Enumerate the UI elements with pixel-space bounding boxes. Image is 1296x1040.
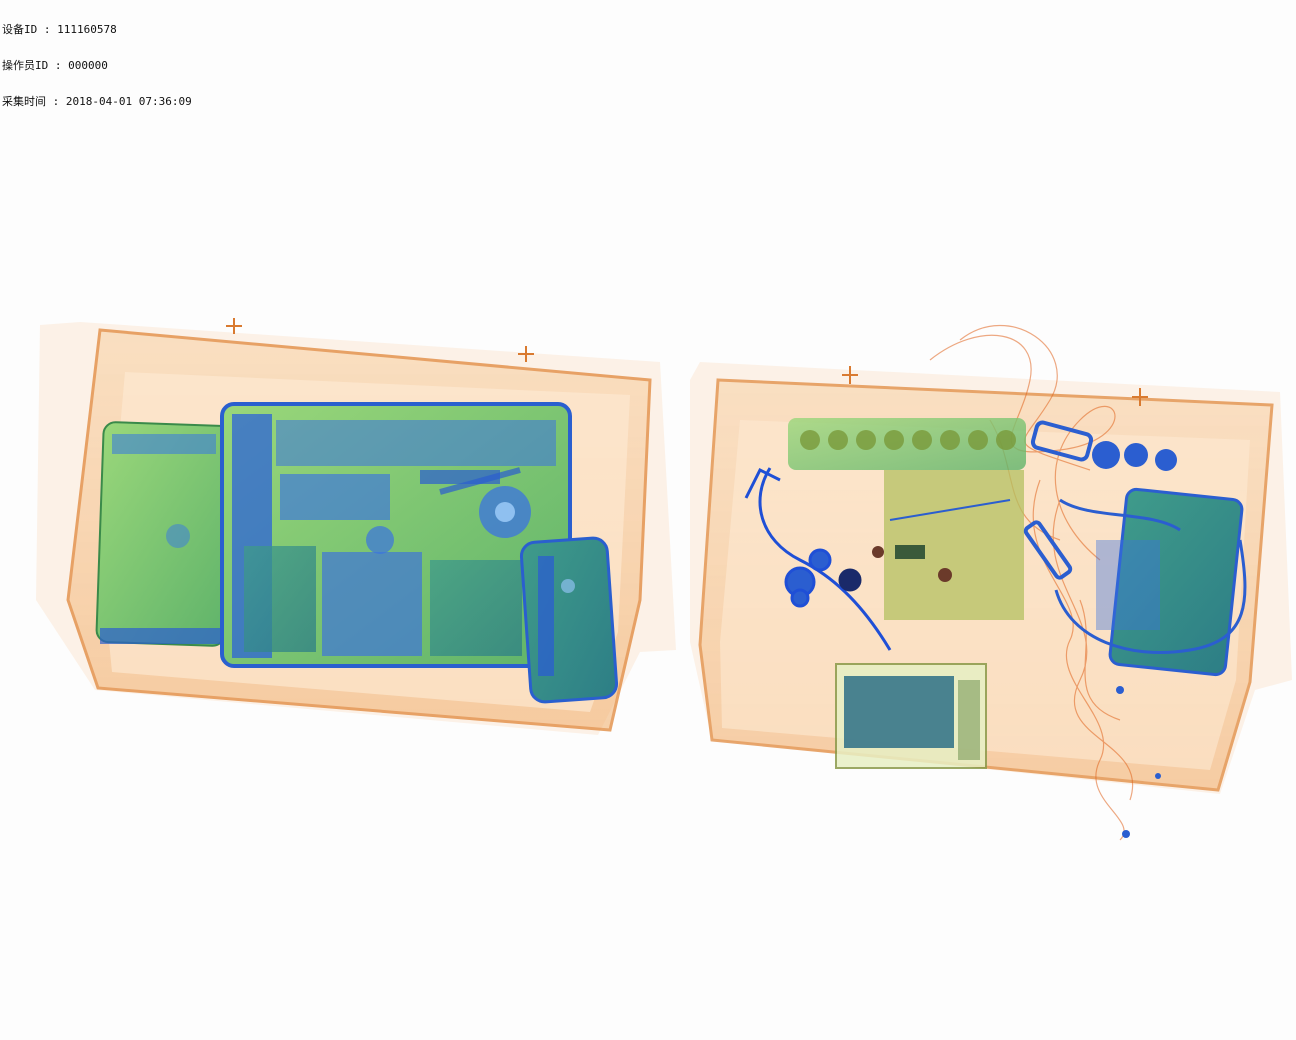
cosmetics-row <box>788 418 1026 470</box>
laptop <box>220 402 572 668</box>
phone-right <box>519 536 619 704</box>
phone-left <box>95 421 233 647</box>
pouch <box>872 470 1024 620</box>
card-reader <box>835 663 987 769</box>
xray-scan-image <box>36 318 1292 841</box>
